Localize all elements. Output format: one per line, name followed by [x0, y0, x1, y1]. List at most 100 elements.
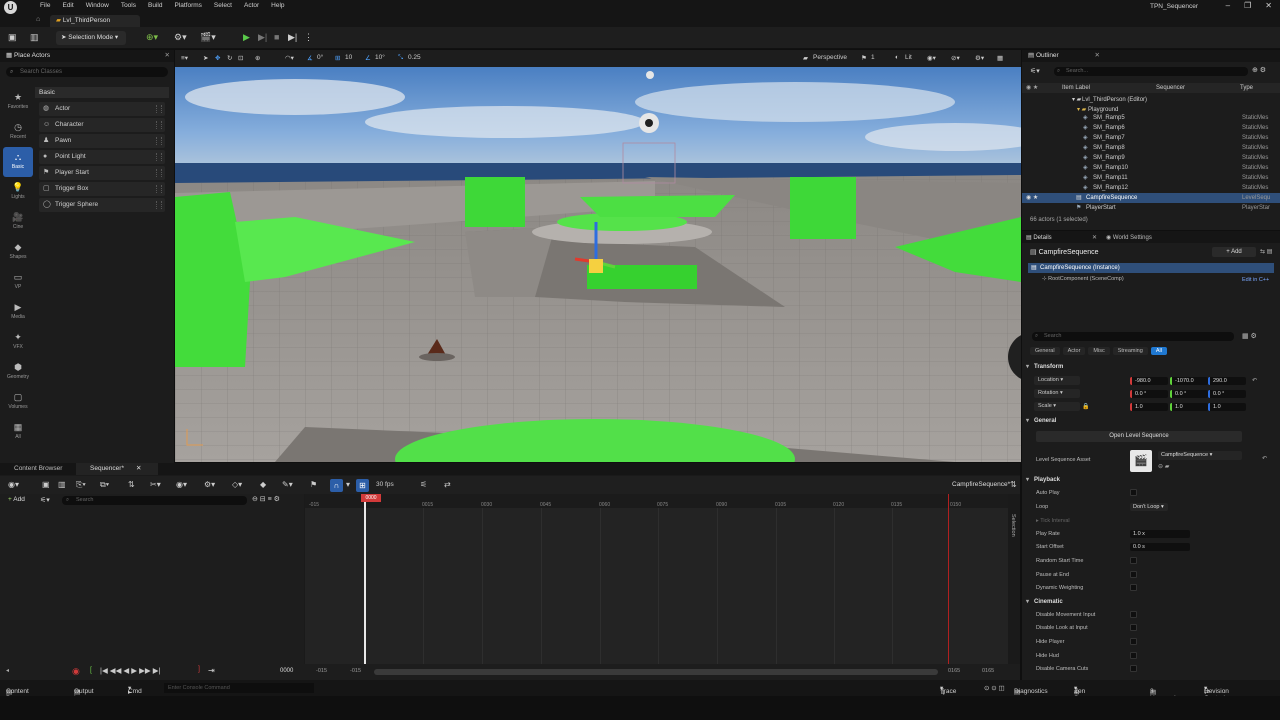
category-vfx[interactable]: ✦ VFX	[3, 327, 33, 357]
content-icon[interactable]: ▥	[30, 32, 39, 43]
rotation-z-field[interactable]: 0.0 °	[1208, 390, 1246, 398]
root-component-row[interactable]: ⊹ RootComponent (SceneComp)	[1042, 276, 1124, 282]
view-options-icon[interactable]: ▦ ⚙	[1242, 332, 1257, 340]
filter-icon[interactable]: ⚟▾	[40, 496, 50, 504]
filter-icon[interactable]: ⚟▾	[1030, 67, 1040, 75]
settings-icon[interactable]: ⚙▾	[975, 54, 984, 62]
working-range-start[interactable]: -015	[350, 668, 361, 674]
outliner-row[interactable]: ◈ SM_Ramp10 StaticMes	[1022, 163, 1280, 173]
actor-item-pawn[interactable]: ♟ Pawn	[39, 134, 165, 148]
tab-content-browser[interactable]: Content Browser	[0, 463, 76, 475]
sequencer-timeline[interactable]: -015 0015 0030 0045 0060 0075 0090 0105 …	[305, 494, 1016, 666]
category-volumes[interactable]: ▢ Volumes	[3, 387, 33, 417]
disable-look-checkbox[interactable]	[1130, 624, 1137, 631]
transform-icon[interactable]: ✂▾	[150, 480, 161, 489]
grid-snap-value[interactable]: 10	[345, 54, 352, 61]
play-icon[interactable]: ▶	[243, 32, 250, 43]
category-all[interactable]: ▦ All	[3, 417, 33, 447]
end-range-marker[interactable]	[948, 494, 949, 666]
blueprint-icon[interactable]: ⚙▾	[174, 32, 187, 43]
actor-item-actor[interactable]: ◍ Actor	[39, 102, 165, 116]
minimize-icon[interactable]: –	[1226, 1, 1230, 10]
view-range-end[interactable]: 0165	[982, 668, 994, 674]
select-tool-icon[interactable]: ➤	[203, 54, 208, 62]
curve-icon[interactable]: ◇▾	[232, 480, 242, 489]
filter-misc[interactable]: Misc	[1088, 347, 1110, 355]
unreal-logo-icon[interactable]: U	[4, 1, 17, 14]
scale-dropdown[interactable]: Scale ▾	[1034, 402, 1080, 411]
menu-build[interactable]: Build	[142, 2, 168, 9]
outliner-row[interactable]: ◈ SM_Ramp5 StaticMes	[1022, 113, 1280, 123]
actor-item-trigger-sphere[interactable]: ◯ Trigger Sphere	[39, 198, 165, 212]
category-shapes[interactable]: ◆ Shapes	[3, 237, 33, 267]
hide-hud-checkbox[interactable]	[1130, 652, 1137, 659]
outliner-row[interactable]: ◈ SM_Ramp7 StaticMes	[1022, 133, 1280, 143]
close-window-icon[interactable]: ✕	[1265, 1, 1272, 10]
edit-cpp-link[interactable]: Edit in C++	[1242, 277, 1269, 283]
surface-snap-icon[interactable]: ◠▾	[285, 54, 294, 62]
save-icon[interactable]: ▣	[42, 480, 50, 489]
hide-player-checkbox[interactable]	[1130, 638, 1137, 645]
timeline-scrollbar[interactable]	[374, 669, 938, 675]
scale-y-field[interactable]: 1.0	[1170, 403, 1208, 411]
angle-snap-icon[interactable]: ∠	[365, 54, 371, 62]
auto-play-checkbox[interactable]	[1130, 489, 1137, 496]
rotation-y-field[interactable]: 0.0 °	[1170, 390, 1208, 398]
outliner-row[interactable]: ⚑ PlayerStart PlayerStar	[1022, 203, 1280, 213]
section-cinematic[interactable]: Cinematic	[1026, 596, 1276, 608]
launch-icon[interactable]: ▶|	[288, 32, 297, 43]
col-type[interactable]: Type	[1240, 83, 1253, 93]
reset-icon[interactable]: ↶	[1252, 377, 1257, 384]
playhead-label[interactable]: 0000	[361, 494, 381, 502]
save-icon[interactable]: ▣	[8, 32, 17, 43]
outliner-row[interactable]: ◈ SM_Ramp9 StaticMes	[1022, 153, 1280, 163]
world-space-icon[interactable]: ⊕	[255, 54, 260, 62]
playback-icon[interactable]: ◉▾	[176, 480, 187, 489]
add-content-icon[interactable]: ⊕▾	[146, 32, 158, 43]
location-x-field[interactable]: -980.0	[1130, 377, 1168, 385]
view-icon[interactable]: ⧉▾	[100, 480, 109, 490]
menu-select[interactable]: Select	[208, 2, 238, 9]
category-cine[interactable]: 🎥 Cine	[3, 207, 33, 237]
expand-icon[interactable]: ◂	[6, 667, 9, 674]
selection-mode-dropdown[interactable]: ➤ Selection Mode ▾	[56, 31, 126, 45]
frame-snap-icon[interactable]: ⊞	[356, 479, 369, 492]
dynamic-weighting-checkbox[interactable]	[1130, 584, 1137, 591]
tab-details[interactable]: ▤ Details	[1026, 234, 1052, 241]
open-level-sequence-button[interactable]: Open Level Sequence	[1036, 431, 1242, 442]
cmd-dropdown[interactable]: ▸ Cmd ▾	[128, 684, 142, 696]
actor-item-trigger-box[interactable]: ▢ Trigger Box	[39, 182, 165, 196]
blueprint-options-icon[interactable]: ⇆ ▤	[1260, 248, 1272, 255]
zen-server-button[interactable]: ⊞ Zen Server ▾	[1074, 684, 1093, 702]
disable-cuts-checkbox[interactable]	[1130, 665, 1137, 672]
instance-row[interactable]: ▤ CampfireSequence (Instance)	[1028, 263, 1274, 273]
loop-dropdown[interactable]: Don't Loop ▾	[1130, 503, 1168, 511]
category-favorites[interactable]: ★ Favorites	[3, 87, 33, 117]
location-z-field[interactable]: 290.0	[1208, 377, 1246, 385]
perspective-dropdown[interactable]: Perspective	[813, 54, 847, 61]
col-item-label[interactable]: Item Label	[1062, 83, 1090, 93]
location-dropdown[interactable]: Location ▾	[1034, 376, 1080, 385]
lock-icon[interactable]: 🔒	[1082, 403, 1089, 410]
realtime-icon[interactable]: ⊘▾	[951, 54, 960, 62]
render-icon[interactable]: ▥	[58, 480, 66, 489]
location-y-field[interactable]: -1070.0	[1170, 377, 1208, 385]
menu-actor[interactable]: Actor	[238, 2, 265, 9]
home-icon[interactable]: ⌂	[36, 16, 40, 23]
category-media[interactable]: ▶ Media	[3, 297, 33, 327]
start-offset-field[interactable]: 0.0 s	[1130, 543, 1190, 551]
section-general[interactable]: General	[1026, 415, 1276, 427]
snap-toggle-icon[interactable]: ∩	[330, 479, 343, 492]
level-tab[interactable]: ▰ Lvl_ThirdPerson	[50, 15, 140, 27]
category-geometry[interactable]: ⬢ Geometry	[3, 357, 33, 387]
menu-file[interactable]: File	[34, 2, 56, 9]
rotation-x-field[interactable]: 0.0 °	[1130, 390, 1168, 398]
rotation-dropdown[interactable]: Rotation ▾	[1034, 389, 1080, 398]
close-icon[interactable]: ✕	[1095, 50, 1100, 62]
view-options-icon[interactable]: ⊖ ⊟ ≡ ⚙	[252, 495, 280, 503]
console-input[interactable]: Enter Console Command	[164, 683, 314, 693]
pause-end-checkbox[interactable]	[1130, 571, 1137, 578]
keyframe-icon[interactable]: ◆	[260, 480, 266, 489]
filter-all[interactable]: All	[1150, 347, 1167, 355]
category-vp[interactable]: ▭ VP	[3, 267, 33, 297]
